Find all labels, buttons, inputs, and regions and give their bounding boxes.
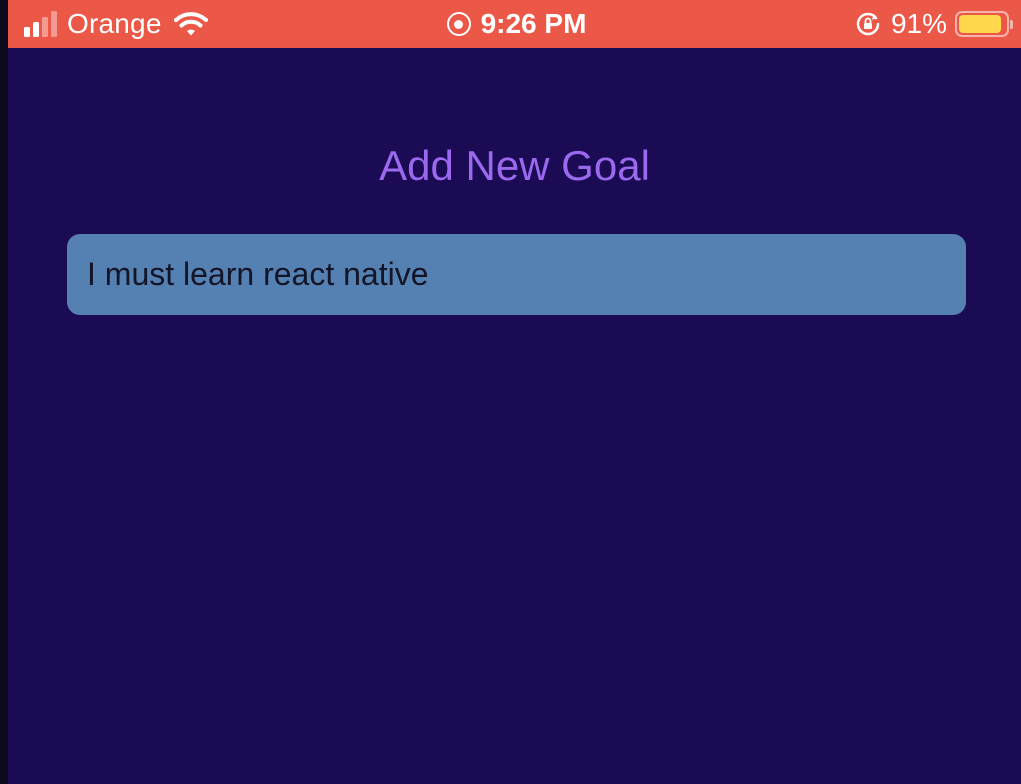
orientation-lock-icon	[856, 12, 880, 36]
screen-recording-icon	[446, 12, 471, 36]
battery-icon	[955, 11, 1013, 37]
status-time: 9:26 PM	[480, 8, 587, 39]
signal-bar	[24, 27, 30, 37]
battery-percent: 91%	[890, 8, 947, 39]
status-right: 91%	[855, 0, 1013, 48]
wifi-icon	[173, 12, 208, 36]
page-title: Add New Goal	[379, 142, 650, 189]
goal-input[interactable]	[67, 234, 966, 315]
status-bar: Orange 9:26 PM 91%	[8, 0, 1021, 48]
signal-bar	[51, 11, 57, 37]
signal-bars-icon	[24, 11, 57, 37]
signal-bar	[42, 17, 48, 37]
carrier-name: Orange	[67, 8, 162, 39]
battery-fill	[959, 15, 1001, 33]
signal-bar	[33, 22, 39, 37]
status-left: Orange	[24, 0, 208, 48]
app-screen: Orange 9:26 PM 91% Add New Goal	[8, 0, 1021, 784]
